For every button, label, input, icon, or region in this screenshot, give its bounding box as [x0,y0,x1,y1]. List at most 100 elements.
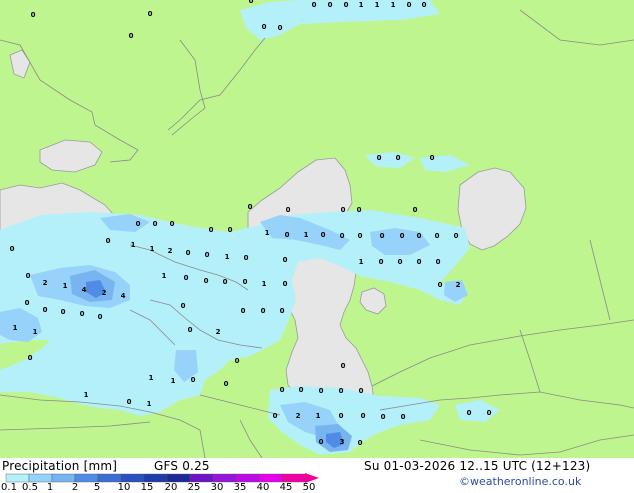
precip-value: 0 [377,154,382,162]
legend-tick: 40 [256,482,270,493]
precip-value: 0 [361,412,366,420]
precip-value: 0 [380,232,385,240]
precip-value: 0 [400,232,405,240]
precipitation-map: 0 0 0 0 0 0 1 1 1 0 0 0 0 0 0 0 0 0 0 0 0 0 0 0 0 0 0 1 0 1 0 0 0 0 0 0 0 0 0 0… [0,0,634,458]
precip-value: 0 [127,398,132,406]
colorbar-cell [281,473,306,483]
precip-value: 1 [171,377,176,385]
precip-value: 1 [265,229,270,237]
legend-tick: 35 [233,482,247,493]
precip-value: 0 [283,256,288,264]
precip-value: 0 [319,387,324,395]
legend-tick: 2 [71,482,79,493]
precip-value: 0 [148,10,153,18]
precip-value: 1 [304,231,309,239]
model-label: GFS 0.25 [154,459,210,473]
precip-value: 0 [249,0,254,5]
precip-value: 0 [10,245,15,253]
precip-value: 0 [205,251,210,259]
precip-value: 1 [149,374,154,382]
precip-value: 0 [321,231,326,239]
precip-value: 2 [102,289,107,297]
precip-value: 0 [181,302,186,310]
precip-value: 0 [401,413,406,421]
precip-value: 0 [344,1,349,9]
precip-value: 0 [340,232,345,240]
precip-value: 1 [63,282,68,290]
precip-value: 0 [339,412,344,420]
precip-value: 4 [121,292,126,300]
precip-value: 0 [243,278,248,286]
precip-value: 0 [224,380,229,388]
precip-value: 1 [375,1,380,9]
precip-value: 0 [438,281,443,289]
precip-value: 0 [435,232,440,240]
precip-value: 0 [487,409,492,417]
colorbar-cell [189,473,214,483]
precip-value: 1 [147,400,152,408]
precip-value: 1 [359,258,364,266]
precip-value: 1 [13,324,18,332]
precip-value: 0 [228,226,233,234]
precip-value: 0 [248,203,253,211]
colorbar-cell [235,473,260,483]
precip-value: 0 [170,220,175,228]
precip-value: 1 [316,412,321,420]
legend-tick: 30 [210,482,224,493]
precip-value: 0 [328,1,333,9]
precip-value: 0 [278,24,283,32]
precip-value: 1 [225,253,230,261]
legend-tick: 0.1 [1,482,17,493]
precip-value: 0 [358,439,363,447]
precip-value: 0 [467,409,472,417]
colorbar-cell [97,473,122,483]
precip-value: 1 [84,391,89,399]
precip-value: 0 [31,11,36,19]
precip-value: 0 [422,1,427,9]
legend-bar: Precipitation [mm] GFS 0.25 Su 01-03-202… [0,458,634,493]
precip-value: 2 [168,247,173,255]
precip-value: 1 [33,328,38,336]
precip-value: 0 [241,307,246,315]
credit-link[interactable]: ©weatheronline.co.uk [459,475,581,488]
precip-value: 0 [430,154,435,162]
precip-value: 0 [396,154,401,162]
precip-value: 0 [417,258,422,266]
precip-value: 4 [82,286,87,294]
weather-map-app: 0 0 0 0 0 0 1 1 1 0 0 0 0 0 0 0 0 0 0 0 0 0 0 0 0 0 0 1 0 1 0 0 0 0 0 0 0 0 0 0… [0,0,634,493]
precip-value: 0 [413,206,418,214]
precip-value: 0 [280,386,285,394]
precip-value: 3 [340,438,345,446]
precip-value: 0 [261,307,266,315]
colorbar-cell [28,473,53,483]
legend-tick: 20 [164,482,178,493]
precip-value: 0 [357,206,362,214]
precip-value: 0 [43,306,48,314]
precip-value: 0 [319,438,324,446]
precip-value: 0 [61,308,66,316]
precip-value: 2 [456,281,461,289]
precip-value: 0 [25,299,30,307]
precip-value: 0 [417,232,422,240]
precip-value: 0 [204,277,209,285]
precip-value: 0 [280,307,285,315]
precip-value: 0 [184,274,189,282]
legend-tick: 15 [140,482,154,493]
legend-tick: 1 [46,482,54,493]
precip-value: 2 [216,328,221,336]
legend-tick: 5 [93,482,101,493]
precip-value: 0 [129,32,134,40]
precip-value: 0 [381,413,386,421]
precip-value: 0 [339,387,344,395]
precip-value: 0 [299,386,304,394]
precip-value: 0 [379,258,384,266]
colorbar-cell [51,473,76,483]
legend-tick: 50 [302,482,316,493]
precip-value: 0 [188,326,193,334]
precip-value: 0 [283,280,288,288]
precip-value: 0 [153,220,158,228]
precip-value: 0 [28,354,33,362]
precip-value: 1 [131,241,136,249]
colorbar-cell [143,473,168,483]
colorbar-cell [120,473,145,483]
